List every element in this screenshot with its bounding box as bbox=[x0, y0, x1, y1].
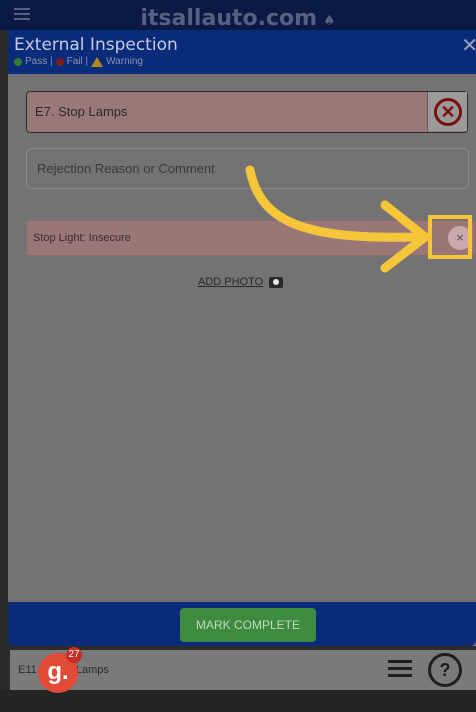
modal-title: External Inspection bbox=[14, 35, 178, 55]
app-topbar: itsallauto.com ♠ bbox=[0, 0, 476, 31]
help-icon[interactable]: ? bbox=[428, 653, 462, 687]
fail-status-toggle[interactable]: ✕ bbox=[427, 92, 467, 131]
reason-tag-label: Stop Light: Insecure bbox=[33, 232, 131, 244]
modal-body: E7. Stop Lamps ✕ Rejection Reason or Com… bbox=[8, 74, 476, 604]
legend-pass-label: Pass | bbox=[25, 56, 53, 67]
fail-circle-icon: ✕ bbox=[434, 98, 462, 126]
bottom-strip bbox=[0, 690, 476, 712]
warning-icon bbox=[91, 56, 104, 67]
home-icon[interactable]: ♠ bbox=[323, 13, 336, 29]
notification-count-badge: 27 bbox=[66, 647, 82, 663]
legend-fail-label: Fail | bbox=[66, 56, 89, 67]
legend-warning-label: Warning bbox=[106, 56, 143, 67]
mark-complete-button[interactable]: MARK COMPLETE bbox=[180, 608, 316, 642]
modal-footer: MARK COMPLETE bbox=[8, 602, 476, 646]
edit-list-icon[interactable] bbox=[388, 660, 412, 680]
comment-placeholder: Rejection Reason or Comment bbox=[37, 161, 215, 176]
inspection-modal: External Inspection ✕ Pass | Fail | Warn… bbox=[8, 30, 476, 646]
pass-icon bbox=[14, 57, 22, 66]
close-icon[interactable]: ✕ bbox=[461, 33, 476, 58]
brand-title: itsallauto.com ♠ bbox=[140, 6, 336, 31]
status-legend: Pass | Fail | Warning bbox=[14, 56, 143, 67]
pointer-arrow-icon bbox=[245, 165, 430, 273]
item-label: E7. Stop Lamps bbox=[35, 104, 128, 119]
modal-header: External Inspection ✕ Pass | Fail | Warn… bbox=[8, 30, 476, 74]
inspection-item-row: E7. Stop Lamps ✕ bbox=[26, 91, 468, 133]
fail-icon bbox=[55, 57, 64, 66]
